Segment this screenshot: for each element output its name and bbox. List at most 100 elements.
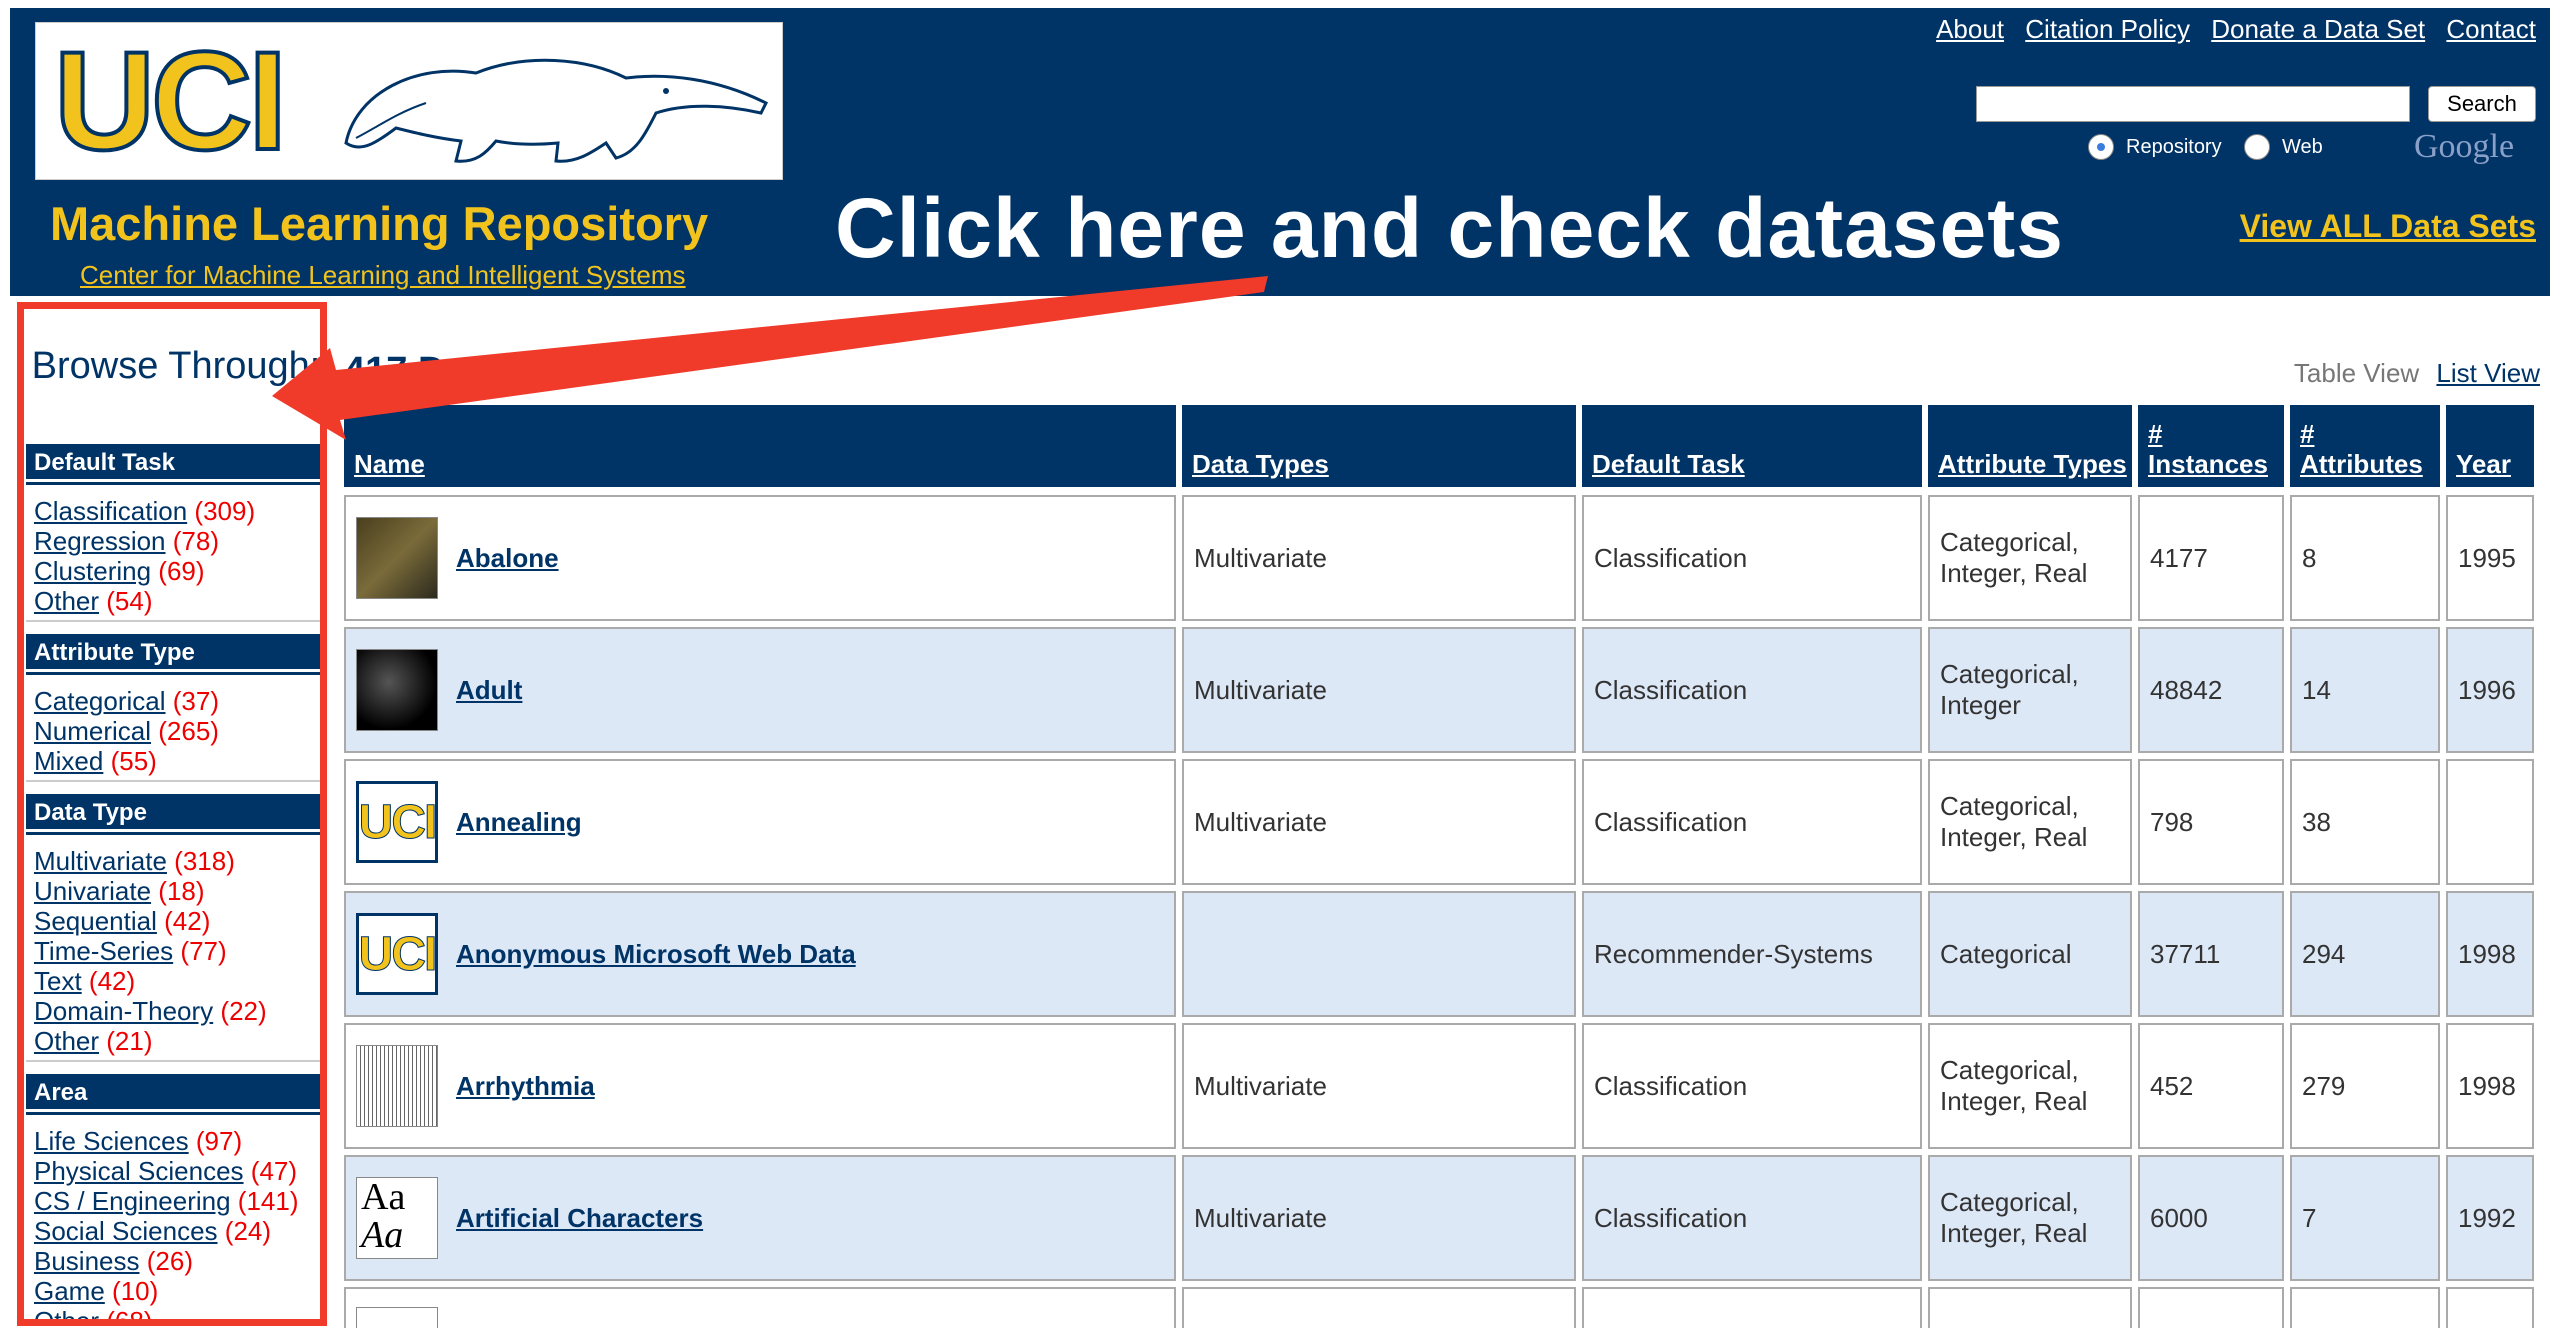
search-button[interactable]: Search xyxy=(2428,86,2536,122)
dataset-thumbnail[interactable] xyxy=(356,1307,438,1328)
donate-link[interactable]: Donate a Data Set xyxy=(2211,14,2425,44)
logo-text: UCI xyxy=(52,20,289,181)
annotation-highlight-box xyxy=(17,302,327,1326)
task-cell: Classification xyxy=(1582,627,1922,753)
view-all-datasets-link[interactable]: View ALL Data Sets xyxy=(2240,208,2536,245)
task-cell: Classification xyxy=(1582,1155,1922,1281)
table-row: Adult Multivariate Classification Catego… xyxy=(344,627,2534,753)
attr-types-cell xyxy=(1928,1287,2132,1328)
data-types-cell xyxy=(1182,891,1576,1017)
about-link[interactable]: About xyxy=(1936,14,2004,44)
name-cell: UCI Annealing xyxy=(344,759,1176,885)
year-cell xyxy=(2446,759,2534,885)
dataset-thumbnail[interactable]: Aa Aa xyxy=(356,1177,438,1259)
attributes-cell: 279 xyxy=(2290,1023,2440,1149)
table-row: Arrhythmia Multivariate Classification C… xyxy=(344,1023,2534,1149)
table-row: UCI Annealing Multivariate Classification… xyxy=(344,759,2534,885)
dataset-link[interactable]: Anonymous Microsoft Web Data xyxy=(456,939,856,970)
table-row: Aa Aa Artificial Characters Multivariate C… xyxy=(344,1155,2534,1281)
radio-repository[interactable] xyxy=(2088,134,2114,160)
data-types-cell: Multivariate xyxy=(1182,1023,1576,1149)
dataset-link[interactable]: Annealing xyxy=(456,807,582,838)
search-input[interactable] xyxy=(1976,86,2410,122)
citation-policy-link[interactable]: Citation Policy xyxy=(2025,14,2190,44)
data-types-cell: Multivariate xyxy=(1182,759,1576,885)
year-cell: 1995 xyxy=(2446,495,2534,621)
name-cell: Arrhythmia xyxy=(344,1023,1176,1149)
name-cell: Adult xyxy=(344,627,1176,753)
name-cell xyxy=(344,1287,1176,1328)
dataset-link[interactable]: Abalone xyxy=(456,543,559,574)
year-cell xyxy=(2446,1287,2534,1328)
instances-cell: 48842 xyxy=(2138,627,2284,753)
name-cell: Aa Aa Artificial Characters xyxy=(344,1155,1176,1281)
col-year[interactable]: Year xyxy=(2446,405,2534,487)
attributes-cell: 38 xyxy=(2290,759,2440,885)
table-view-label: Table View xyxy=(2293,358,2420,388)
top-nav: About Citation Policy Donate a Data Set … xyxy=(1922,14,2536,45)
data-types-cell: Multivariate xyxy=(1182,627,1576,753)
attributes-cell xyxy=(2290,1287,2440,1328)
dataset-link[interactable]: Adult xyxy=(456,675,522,706)
contact-link[interactable]: Contact xyxy=(2446,14,2536,44)
uci-logo[interactable]: UCI xyxy=(35,20,783,181)
instances-cell: 6000 xyxy=(2138,1155,2284,1281)
instances-cell: 4177 xyxy=(2138,495,2284,621)
attr-types-cell: Categorical, Integer, Real xyxy=(1928,495,2132,621)
col-attributes[interactable]: # Attributes xyxy=(2290,405,2440,487)
attributes-cell: 14 xyxy=(2290,627,2440,753)
page: UCI Machine Learning Repository Center f… xyxy=(0,0,2554,1328)
view-toggle: Table View List View xyxy=(2294,358,2540,389)
repository-title: Machine Learning Repository xyxy=(50,197,709,250)
radio-web-label: Web xyxy=(2282,136,2323,158)
task-cell: Classification xyxy=(1582,1023,1922,1149)
site-header: UCI Machine Learning Repository Center f… xyxy=(10,8,2550,296)
year-cell: 1998 xyxy=(2446,1023,2534,1149)
data-types-cell xyxy=(1182,1287,1576,1328)
dataset-link[interactable]: Arrhythmia xyxy=(456,1071,595,1102)
task-cell xyxy=(1582,1287,1922,1328)
uci-thumbnail[interactable]: UCI xyxy=(356,913,438,995)
attributes-cell: 8 xyxy=(2290,495,2440,621)
year-cell: 1996 xyxy=(2446,627,2534,753)
list-view-link[interactable]: List View xyxy=(2436,358,2540,388)
col-default-task[interactable]: Default Task xyxy=(1582,405,1922,487)
radio-web[interactable] xyxy=(2244,134,2270,160)
dataset-thumbnail[interactable] xyxy=(356,649,438,731)
attr-types-cell: Categorical, Integer, Real xyxy=(1928,759,2132,885)
dataset-link[interactable]: Artificial Characters xyxy=(456,1203,703,1234)
center-link[interactable]: Center for Machine Learning and Intellig… xyxy=(80,260,686,291)
task-cell: Classification xyxy=(1582,759,1922,885)
uci-thumbnail[interactable]: UCI xyxy=(356,781,438,863)
attr-types-cell: Categorical, Integer xyxy=(1928,627,2132,753)
radio-repository-label: Repository xyxy=(2126,136,2222,158)
datasets-count: 417 Data Sets xyxy=(344,350,592,392)
task-cell: Recommender-Systems xyxy=(1582,891,1922,1017)
attr-types-cell: Categorical, Integer, Real xyxy=(1928,1155,2132,1281)
instances-cell: 37711 xyxy=(2138,891,2284,1017)
col-instances[interactable]: # Instances xyxy=(2138,405,2284,487)
year-cell: 1998 xyxy=(2446,891,2534,1017)
table-row-partial xyxy=(344,1287,2534,1328)
col-name[interactable]: Name xyxy=(344,405,1176,487)
data-types-cell: Multivariate xyxy=(1182,495,1576,621)
table-row: Abalone Multivariate Classification Cate… xyxy=(344,495,2534,621)
instances-cell: 452 xyxy=(2138,1023,2284,1149)
google-logo: Google xyxy=(2414,128,2515,165)
dataset-thumbnail[interactable] xyxy=(356,1045,438,1127)
name-cell: Abalone xyxy=(344,495,1176,621)
attributes-cell: 7 xyxy=(2290,1155,2440,1281)
task-cell: Classification xyxy=(1582,495,1922,621)
attr-types-cell: Categorical xyxy=(1928,891,2132,1017)
instances-cell: 798 xyxy=(2138,759,2284,885)
instances-cell xyxy=(2138,1287,2284,1328)
attr-types-cell: Categorical, Integer, Real xyxy=(1928,1023,2132,1149)
col-attribute-types[interactable]: Attribute Types xyxy=(1928,405,2132,487)
annotation-headline: Click here and check datasets xyxy=(835,181,2064,275)
attributes-cell: 294 xyxy=(2290,891,2440,1017)
table-row: UCI Anonymous Microsoft Web Data Recommen… xyxy=(344,891,2534,1017)
data-types-cell: Multivariate xyxy=(1182,1155,1576,1281)
dataset-thumbnail[interactable] xyxy=(356,517,438,599)
name-cell: UCI Anonymous Microsoft Web Data xyxy=(344,891,1176,1017)
col-data-types[interactable]: Data Types xyxy=(1182,405,1576,487)
